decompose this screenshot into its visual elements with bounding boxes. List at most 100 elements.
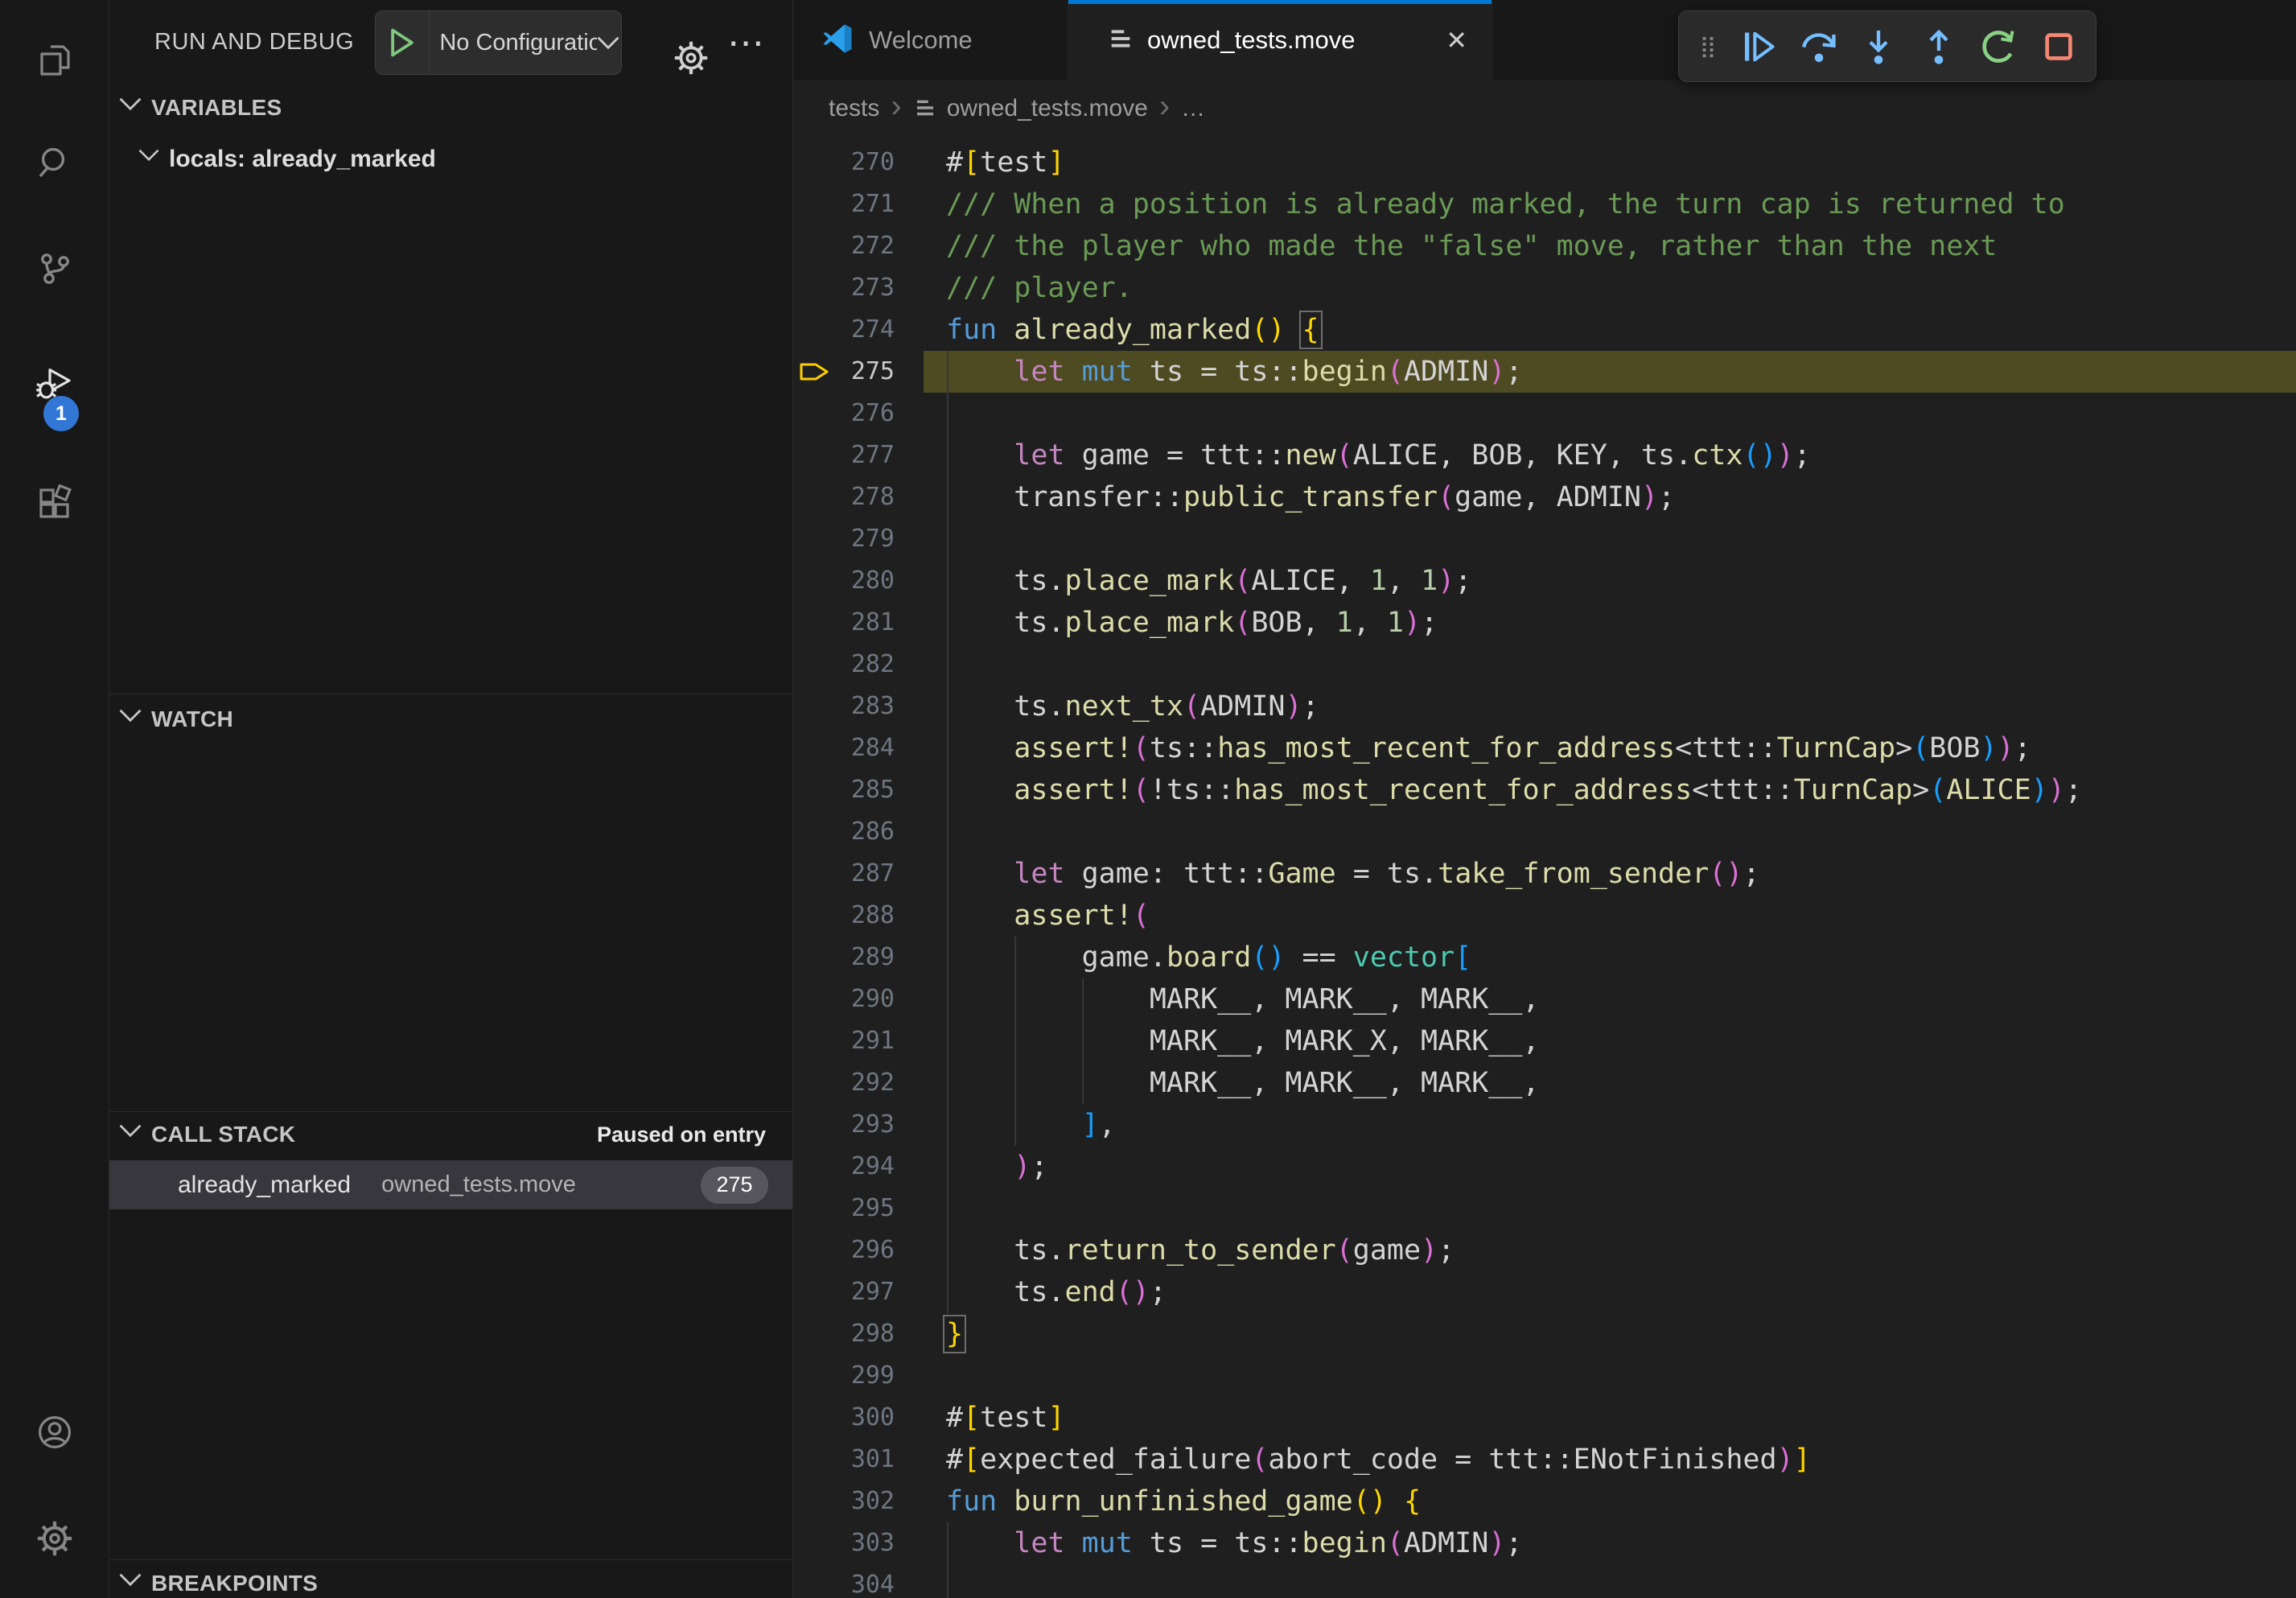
- section-header-breakpoints[interactable]: BREAKPOINTS: [109, 1561, 792, 1598]
- breakpoint-slot[interactable]: [798, 1574, 833, 1596]
- gutter[interactable]: 273: [793, 267, 946, 309]
- code-line[interactable]: 275 let mut ts = ts::begin(ADMIN);: [793, 351, 2296, 393]
- gutter[interactable]: 293: [793, 1104, 946, 1146]
- step-into-icon[interactable]: [1856, 24, 1901, 69]
- run-and-debug-icon[interactable]: 1: [35, 365, 74, 404]
- tab-owned-tests[interactable]: owned_tests.move ✕: [1068, 0, 1492, 80]
- code-line[interactable]: 284 assert!(ts::has_most_recent_for_addr…: [793, 727, 2296, 769]
- gutter[interactable]: 295: [793, 1188, 946, 1229]
- tab-welcome[interactable]: Welcome: [793, 0, 1068, 80]
- breakpoint-slot[interactable]: [798, 988, 833, 1011]
- breakpoint-slot[interactable]: [798, 277, 833, 299]
- code-line[interactable]: 288 assert!(: [793, 895, 2296, 937]
- code-line[interactable]: 285 assert!(!ts::has_most_recent_for_add…: [793, 769, 2296, 811]
- breakpoint-slot[interactable]: [798, 1406, 833, 1429]
- breakpoint-slot[interactable]: [798, 1281, 833, 1304]
- gutter[interactable]: 304: [793, 1564, 946, 1598]
- breakpoint-slot[interactable]: [798, 1323, 833, 1345]
- code-line[interactable]: 274fun already_marked() {: [793, 309, 2296, 351]
- code-line[interactable]: 287 let game: ttt::Game = ts.take_from_s…: [793, 853, 2296, 895]
- code-line[interactable]: 286: [793, 811, 2296, 853]
- breakpoint-slot[interactable]: [798, 1155, 833, 1178]
- extensions-icon[interactable]: [35, 484, 74, 523]
- gutter[interactable]: 284: [793, 727, 946, 769]
- breakpoint-slot[interactable]: [798, 1448, 833, 1471]
- code-line[interactable]: 298}: [793, 1313, 2296, 1355]
- breakpoint-slot[interactable]: [798, 612, 833, 634]
- gutter[interactable]: 271: [793, 183, 946, 225]
- gutter[interactable]: 302: [793, 1481, 946, 1522]
- gutter[interactable]: 287: [793, 853, 946, 895]
- breadcrumb-symbol[interactable]: …: [1181, 95, 1205, 122]
- stack-frame-row[interactable]: already_marked owned_tests.move 275: [109, 1160, 792, 1209]
- gutter[interactable]: 303: [793, 1522, 946, 1564]
- source-control-icon[interactable]: [35, 249, 74, 288]
- breakpoint-slot[interactable]: [798, 1072, 833, 1094]
- code-line[interactable]: 300#[test]: [793, 1397, 2296, 1439]
- code-line[interactable]: 278 transfer::public_transfer(game, ADMI…: [793, 476, 2296, 518]
- code-line[interactable]: 296 ts.return_to_sender(game);: [793, 1229, 2296, 1271]
- breakpoint-slot[interactable]: [798, 193, 833, 216]
- gutter[interactable]: 280: [793, 560, 946, 602]
- breakpoint-slot[interactable]: [798, 779, 833, 801]
- code-line[interactable]: 301#[expected_failure(abort_code = ttt::…: [793, 1439, 2296, 1481]
- breakpoint-slot[interactable]: [798, 863, 833, 885]
- code-line[interactable]: 270#[test]: [793, 142, 2296, 183]
- code-line[interactable]: 279: [793, 518, 2296, 560]
- debug-settings-gear-icon[interactable]: [673, 39, 710, 80]
- breakpoint-slot[interactable]: [798, 570, 833, 592]
- code-line[interactable]: 299: [793, 1355, 2296, 1397]
- explorer-icon[interactable]: [35, 41, 74, 80]
- breakpoint-slot[interactable]: [798, 1532, 833, 1555]
- code-line[interactable]: 289 game.board() == vector[: [793, 937, 2296, 978]
- code-line[interactable]: 292 MARK__, MARK__, MARK__,: [793, 1062, 2296, 1104]
- gutter[interactable]: 277: [793, 435, 946, 476]
- code-line[interactable]: 297 ts.end();: [793, 1271, 2296, 1313]
- breakpoint-slot[interactable]: [798, 904, 833, 927]
- breakpoint-slot[interactable]: [798, 821, 833, 843]
- start-debug-icon[interactable]: [376, 11, 430, 74]
- breakpoint-slot[interactable]: [798, 1114, 833, 1136]
- settings-gear-icon[interactable]: [35, 1519, 74, 1558]
- launch-configuration-dropdown[interactable]: No Configurations: [375, 10, 622, 75]
- code-line[interactable]: 295: [793, 1188, 2296, 1229]
- gutter[interactable]: 272: [793, 225, 946, 267]
- code-area[interactable]: 270#[test]271/// When a position is alre…: [793, 137, 2296, 1598]
- breakpoint-slot[interactable]: [798, 1197, 833, 1220]
- restart-icon[interactable]: [1976, 24, 2021, 69]
- code-line[interactable]: 303 let mut ts = ts::begin(ADMIN);: [793, 1522, 2296, 1564]
- breakpoint-slot[interactable]: [798, 319, 833, 341]
- gutter[interactable]: 292: [793, 1062, 946, 1104]
- code-line[interactable]: 283 ts.next_tx(ADMIN);: [793, 686, 2296, 727]
- breakpoint-slot[interactable]: [798, 1239, 833, 1262]
- section-header-watch[interactable]: WATCH: [109, 697, 792, 742]
- code-line[interactable]: 273/// player.: [793, 267, 2296, 309]
- code-line[interactable]: 272/// the player who made the "false" m…: [793, 225, 2296, 267]
- code-line[interactable]: 280 ts.place_mark(ALICE, 1, 1);: [793, 560, 2296, 602]
- close-icon[interactable]: ✕: [1446, 25, 1467, 56]
- code-line[interactable]: 294 );: [793, 1146, 2296, 1188]
- breakpoint-slot[interactable]: [798, 1490, 833, 1513]
- gutter[interactable]: 301: [793, 1439, 946, 1481]
- breakpoint-slot[interactable]: [798, 528, 833, 550]
- breakpoint-slot[interactable]: [798, 946, 833, 969]
- section-header-variables[interactable]: VARIABLES: [109, 85, 792, 130]
- gutter[interactable]: 281: [793, 602, 946, 644]
- gutter[interactable]: 270: [793, 142, 946, 183]
- code-line[interactable]: 282: [793, 644, 2296, 686]
- variables-scope-row[interactable]: locals: already_marked: [109, 137, 792, 182]
- more-actions-icon[interactable]: ⋯: [727, 21, 764, 64]
- gutter[interactable]: 283: [793, 686, 946, 727]
- code-line[interactable]: 291 MARK__, MARK_X, MARK__,: [793, 1020, 2296, 1062]
- gutter[interactable]: 300: [793, 1397, 946, 1439]
- gutter[interactable]: 294: [793, 1146, 946, 1188]
- step-out-icon[interactable]: [1916, 24, 1961, 69]
- breakpoint-slot[interactable]: [798, 1030, 833, 1052]
- code-line[interactable]: 271/// When a position is already marked…: [793, 183, 2296, 225]
- gutter[interactable]: 282: [793, 644, 946, 686]
- debug-stackframe-icon[interactable]: [798, 360, 833, 383]
- gutter[interactable]: 289: [793, 937, 946, 978]
- breakpoint-slot[interactable]: [798, 737, 833, 760]
- code-line[interactable]: 276: [793, 393, 2296, 435]
- breakpoint-slot[interactable]: [798, 151, 833, 174]
